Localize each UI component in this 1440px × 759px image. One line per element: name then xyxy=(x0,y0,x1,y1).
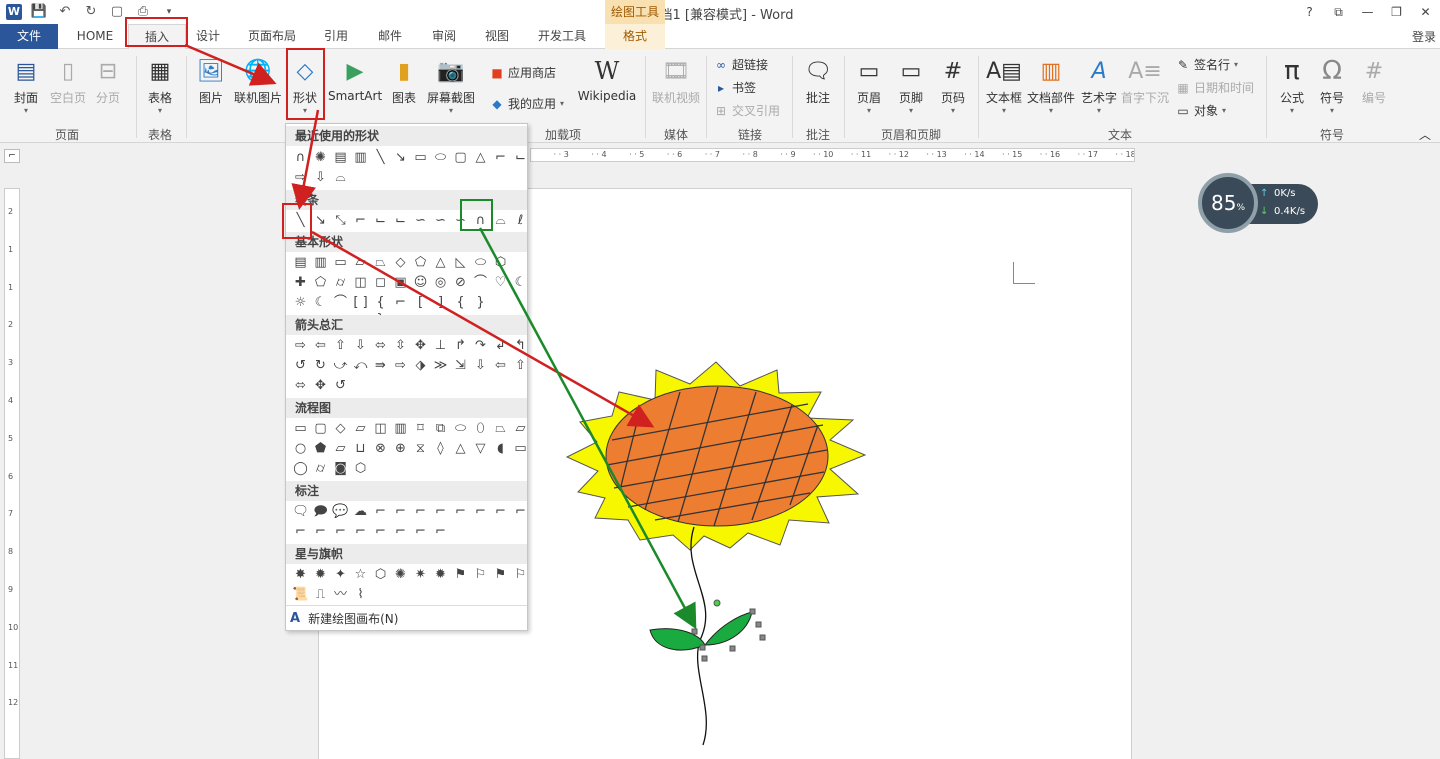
category-stars: 星与旗帜 xyxy=(286,544,527,564)
canvas-icon: A xyxy=(290,611,301,626)
menu-separator xyxy=(286,605,527,606)
lines-row: ╲ ↘ ⤡ ⌐ ⌙ ⌙ ∽ ∽ ∽ ∩ ⌓ ℓ xyxy=(292,212,529,229)
network-speed-widget[interactable]: ↑ ↓ 0K/s 0.4K/s 85% xyxy=(1198,173,1318,233)
recent-shapes-row-2: ⇨ ⇩ ⌓ xyxy=(292,169,349,186)
callouts-row-1: 🗨 🗩 💬 ☁ ⌐ ⌐ ⌐ ⌐ ⌐ ⌐ ⌐ ⌐ xyxy=(292,504,526,519)
category-basic: 基本形状 xyxy=(286,232,527,252)
vertical-textbox-shape[interactable]: ▥ xyxy=(352,149,369,166)
rectangle-shape[interactable]: ▭ xyxy=(412,149,429,166)
category-flowchart: 流程图 xyxy=(286,398,527,418)
down-arrow-shape[interactable]: ⇩ xyxy=(312,169,329,186)
line-shape[interactable]: ╲ xyxy=(372,149,389,166)
rounded-rect-shape[interactable]: ▢ xyxy=(452,149,469,166)
category-recent: 最近使用的形状 xyxy=(286,126,527,146)
curved-arrow-connector-shape[interactable]: ∽ xyxy=(432,212,449,229)
category-arrows: 箭头总汇 xyxy=(286,315,527,335)
arrows-row-3: ⬄ ✥ ↺ xyxy=(295,378,346,393)
new-drawing-canvas-item[interactable]: A 新建绘图画布(N) xyxy=(290,610,398,627)
arrow-line-shape[interactable]: ↘ xyxy=(392,149,409,166)
right-arrow-shape[interactable]: ⇨ xyxy=(292,169,309,186)
category-callouts: 标注 xyxy=(286,481,527,501)
right-leaf-selected[interactable] xyxy=(703,611,753,646)
elbow-shape[interactable]: ⌐ xyxy=(492,149,509,166)
oval-shape[interactable]: ⬭ xyxy=(432,149,449,166)
basic-shapes-row-3: ☼☾⌒[ ]{ }⌐[]{} xyxy=(294,295,485,327)
arrows-row-1: ⇨ ⇦ ⇧ ⇩ ⬄ ⇳ ✥ ⊥ ↱ ↷ ↲ ↰ xyxy=(295,338,526,353)
elbow-arrow-shape[interactable]: ⌙ xyxy=(512,149,529,166)
highlight-line-shape xyxy=(282,203,312,239)
curve-shape[interactable]: ∩ xyxy=(292,149,309,166)
basic-shapes-row-1: ▤ ▥ ▭ ▱ ⏢ ◇ ⬠ △ ◺ ⬭ ⬡ xyxy=(294,255,507,270)
flowchart-row-1: ▭ ▢ ◇ ▱ ◫ ▥ ⌑ ⧉ ⬭ ⬯ ⏢ ⏥ xyxy=(294,421,526,436)
stars-row-2: 📜 ⎍ 〰 ⌇ xyxy=(292,587,364,602)
starburst-shape[interactable]: ✺ xyxy=(312,149,329,166)
download-speed: 0.4K/s xyxy=(1274,206,1306,217)
memory-usage-ring: 85% xyxy=(1198,173,1258,233)
download-arrow-icon: ↓ xyxy=(1260,206,1269,217)
percent-sign: % xyxy=(1236,203,1245,213)
usage-percent: 85 xyxy=(1210,191,1237,215)
freeform-shape[interactable]: ⌓ xyxy=(332,169,349,186)
double-arrow-shape[interactable]: ⤡ xyxy=(332,212,349,229)
highlight-curve-shape xyxy=(460,199,493,231)
flowchart-row-2: ○ ⬟ ▱ ⊔ ⊗ ⊕ ⧖ ◊ △ ▽ ◖ ▭ xyxy=(294,441,527,456)
elbow-connector-shape[interactable]: ⌐ xyxy=(352,212,369,229)
stars-row-1: ✸ ✹ ✦ ☆ ⬡ ✺ ✷ ✹ ⚑ ⚐ ⚑ ⚐ xyxy=(295,567,527,582)
freeform-line-shape[interactable]: ⌓ xyxy=(492,212,509,229)
callouts-row-2: ⌐ ⌐ ⌐ ⌐ ⌐ ⌐ ⌐ ⌐ xyxy=(295,524,446,539)
speed-pill: ↑ ↓ 0K/s 0.4K/s xyxy=(1248,184,1318,224)
recent-shapes-row: ∩ ✺ ▤ ▥ ╲ ↘ ▭ ⬭ ▢ △ ⌐ ⌙ xyxy=(292,149,529,166)
arrows-row-2: ↺ ↻ ⤻ ⤺ ⇛ ⇨ ⬗ ≫ ⇲ ⇩ ⇦ ⇧ xyxy=(295,358,526,373)
new-canvas-label: 新建绘图画布(N) xyxy=(308,612,399,626)
upload-speed: 0K/s xyxy=(1274,188,1296,199)
sunflower-drawing[interactable] xyxy=(0,0,1440,759)
curved-connector-shape[interactable]: ∽ xyxy=(412,212,429,229)
basic-shapes-row-2: ✚ ⬠ ⌭ ◫ ◻ ▣ ☺ ◎ ⊘ ⌒ ♡ ☾ xyxy=(295,275,527,290)
highlight-insert-tab xyxy=(125,17,188,47)
flowchart-row-3: ◯ ⌭ ◙ ⬡ xyxy=(293,461,367,476)
arrow-shape[interactable]: ↘ xyxy=(312,212,329,229)
scribble-shape[interactable]: ℓ xyxy=(512,212,529,229)
elbow-double-arrow-shape[interactable]: ⌙ xyxy=(392,212,409,229)
triangle-shape[interactable]: △ xyxy=(472,149,489,166)
textbox-shape[interactable]: ▤ xyxy=(332,149,349,166)
highlight-shapes-button xyxy=(286,48,325,120)
upload-arrow-icon: ↑ xyxy=(1260,188,1269,199)
elbow-arrow-connector-shape[interactable]: ⌙ xyxy=(372,212,389,229)
